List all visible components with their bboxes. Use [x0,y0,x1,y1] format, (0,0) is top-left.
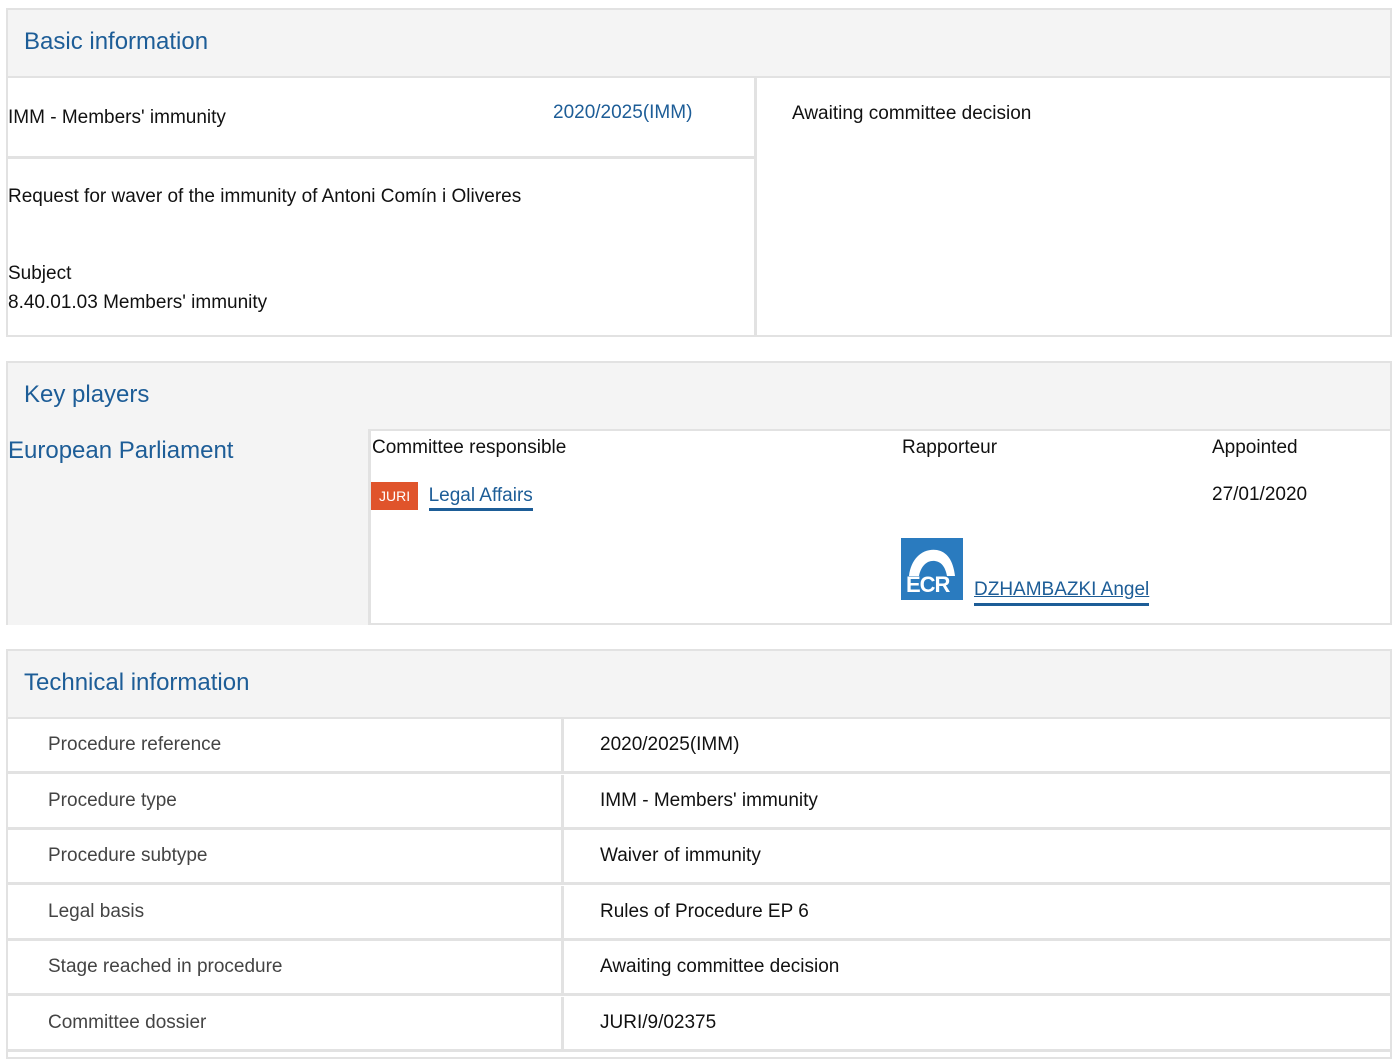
row-value: Waiver of immunity [600,845,761,866]
column-divider [754,76,757,337]
row-divider [561,774,564,830]
table-row: Stage reached in procedure Awaiting commi… [8,941,1390,996]
table-row: Legal basis Rules of Procedure EP 6 [8,885,1390,941]
row-divider [561,941,564,996]
row-label: Procedure subtype [48,845,208,866]
procedure-reference-link[interactable]: 2020/2025(IMM) [553,102,692,124]
row-value: JURI/9/02375 [600,1011,717,1033]
ecr-group-logo: ECR [901,538,963,600]
row-divider [561,719,564,774]
committee-badge: JURI [371,482,419,510]
subject-label: Subject [8,263,72,284]
committee-responsible-heading: Committee responsible [372,437,567,458]
procedure-type: IMM - Members' immunity [8,107,226,128]
basic-information-panel: Basic information IMM - Members' immunit… [6,8,1392,337]
basic-information-title: Basic information [24,28,209,55]
row-divider [561,830,564,885]
row-label: Procedure type [48,789,177,811]
rapporteur-link[interactable]: DZHAMBAZKI Angel [974,579,1150,606]
ecr-group-text: ECR [906,572,950,597]
appointed-date: 27/01/2020 [1212,484,1308,505]
key-players-header: Key players [8,363,1390,431]
row-divider [561,996,564,1052]
row-value: 2020/2025(IMM) [600,734,740,755]
basic-information-header: Basic information [8,10,1390,78]
european-parliament-link[interactable]: European Parliament [8,437,233,465]
row-value: IMM - Members' immunity [600,789,818,811]
row-label: Legal basis [48,900,145,922]
table-row: Committee dossier JURI/9/02375 [8,996,1390,1052]
row-value: Awaiting committee decision [600,956,840,977]
rapporteur-heading: Rapporteur [902,437,998,458]
row-label: Procedure reference [48,734,222,755]
committee-entry: JURI Legal Affairs [371,482,533,511]
procedure-status: Awaiting committee decision [792,103,1032,124]
institution-column: European Parliament [8,429,371,625]
subject-value: 8.40.01.03 Members' immunity [8,292,268,313]
key-players-panel: Key players European Parliament Committe… [6,361,1392,625]
technical-information-title: Technical information [24,669,250,696]
row-value: Rules of Procedure EP 6 [600,900,809,922]
table-row: Procedure subtype Waiver of immunity [8,830,1390,885]
appointed-heading: Appointed [1212,437,1298,458]
key-players-title: Key players [24,381,150,408]
legal-affairs-link[interactable]: Legal Affairs [428,485,533,511]
row-label: Stage reached in procedure [48,956,283,977]
row-divider [561,885,564,941]
row-divider [8,156,754,159]
technical-information-panel: Technical information Procedure referenc… [6,649,1392,1059]
technical-information-header: Technical information [8,651,1390,719]
row-label: Committee dossier [48,1011,207,1033]
table-row: Procedure reference 2020/2025(IMM) [8,719,1390,774]
procedure-description: Request for waver of the immunity of Ant… [8,186,522,207]
table-row: Procedure type IMM - Members' immunity [8,774,1390,830]
